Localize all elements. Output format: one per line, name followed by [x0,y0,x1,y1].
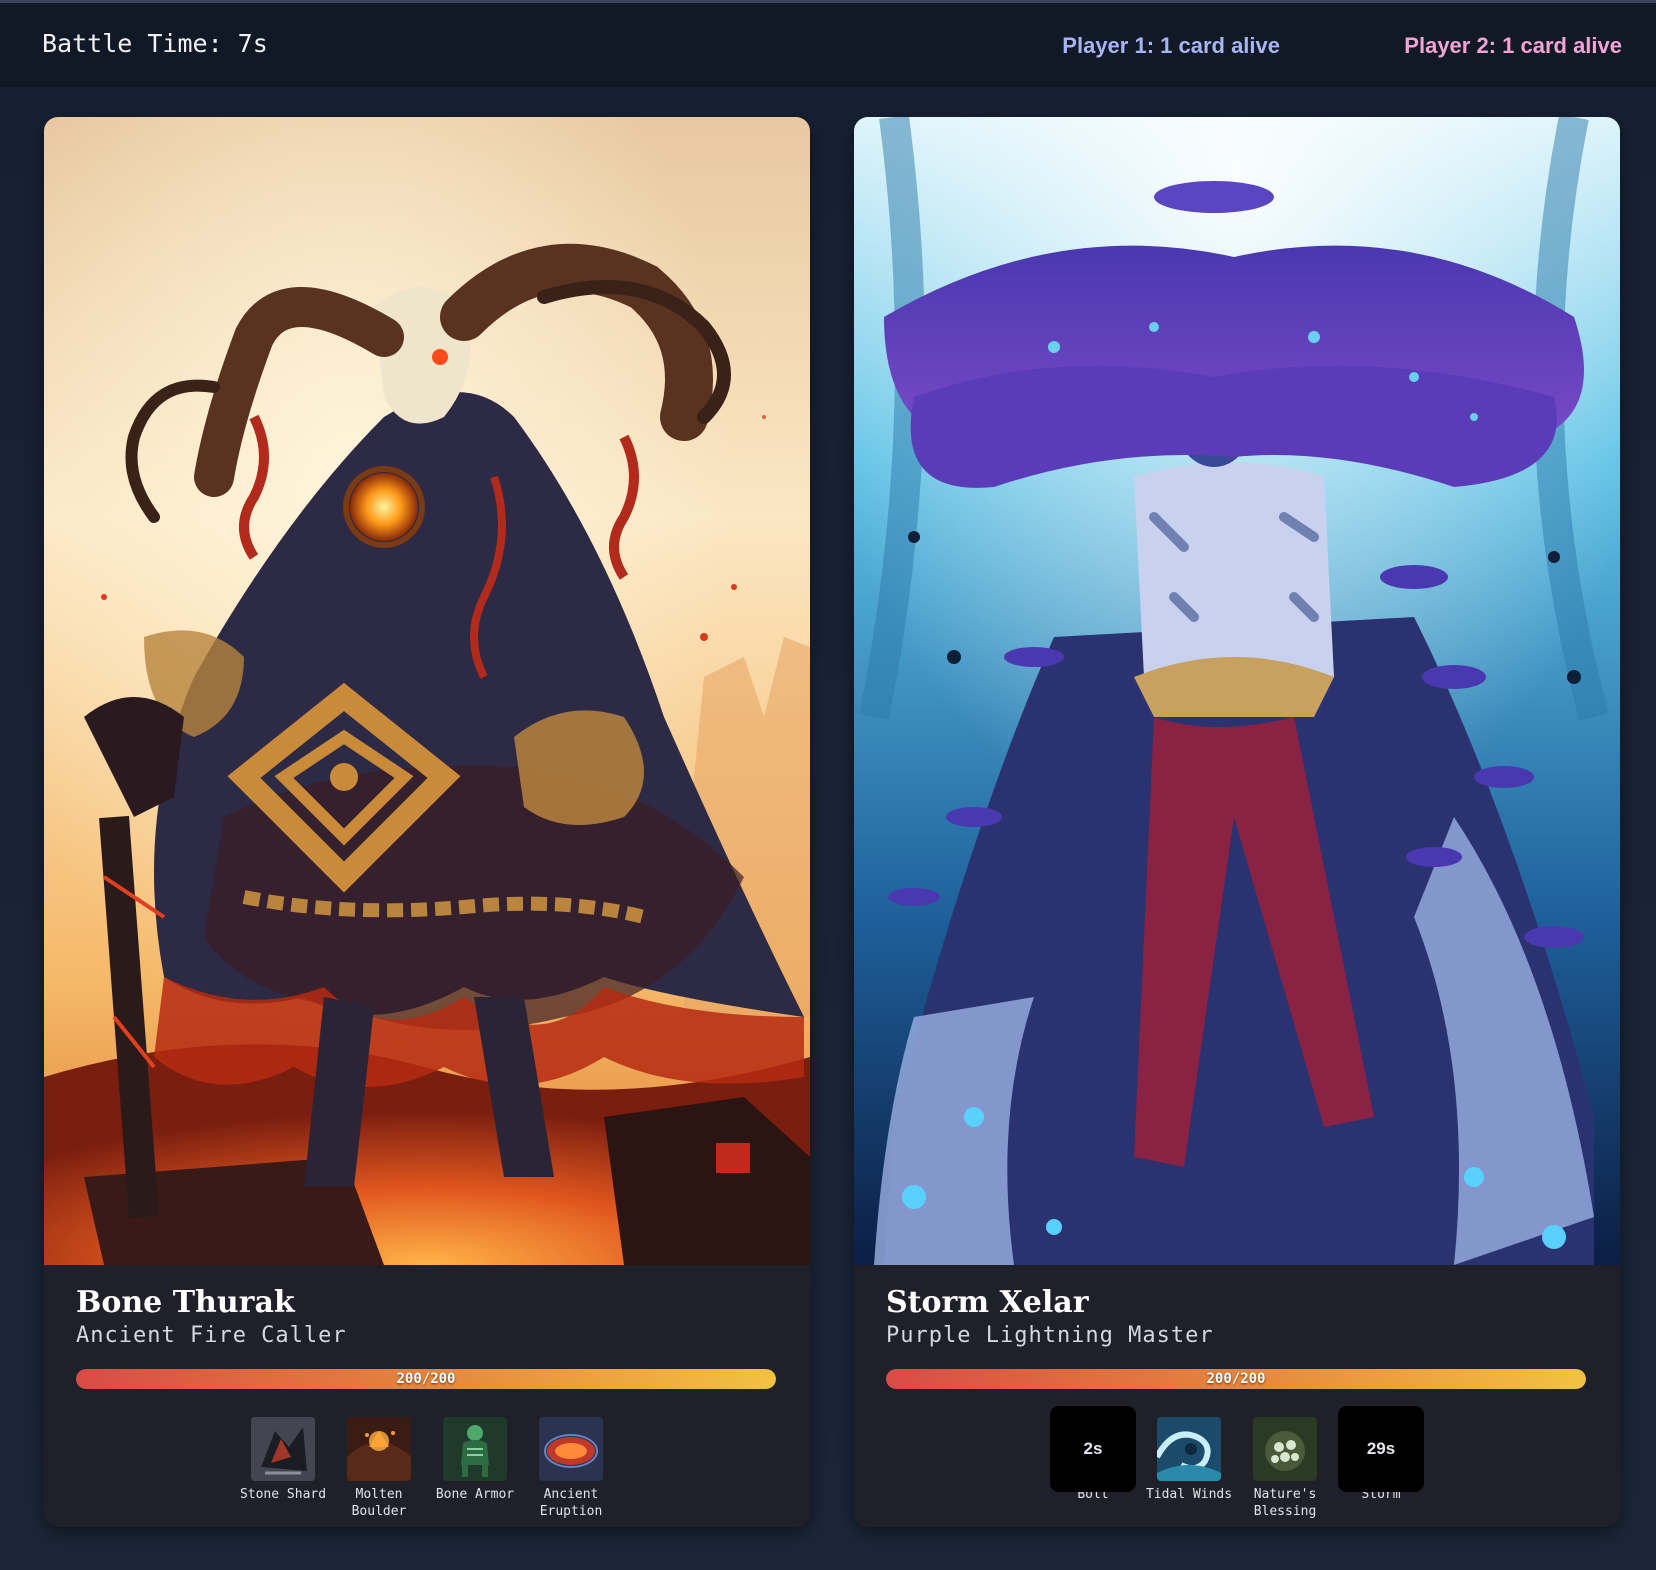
bone-armor-icon[interactable] [443,1417,507,1481]
stone-shard-icon[interactable] [251,1417,315,1481]
battle-header: Battle Time: 7s Player 1: 1 card alive P… [0,3,1656,87]
ability-molten-boulder[interactable]: Molten Boulder [331,1417,427,1520]
ability-label: Nature's Blessing [1253,1487,1317,1519]
ability-label: Bone Armor [435,1487,515,1502]
ability-stone-shard[interactable]: Stone Shard [235,1417,331,1520]
ability-ancient-eruption[interactable]: Ancient Eruption [523,1417,619,1520]
ability-label: Molten Boulder [351,1487,407,1519]
ability-list: 2s Bolt Tidal Winds Nature's Blessing 29… [854,1406,1620,1520]
mushroom-lightning-mage-art [854,117,1620,1265]
ability-label: Ancient Eruption [539,1487,603,1519]
ability-bone-armor[interactable]: Bone Armor [427,1417,523,1520]
battle-timer: Battle Time: 7s [42,29,268,58]
ancient-eruption-icon[interactable] [539,1417,603,1481]
health-bar: 200/200 [886,1369,1586,1389]
health-value: 200/200 [1206,1371,1266,1387]
ability-list: Stone Shard Molten Boulder Bone Armor An… [44,1417,810,1520]
cooldown-timer: 29s [1366,1439,1396,1458]
player1-status: Player 1: 1 card alive [1062,33,1280,58]
natures-blessing-icon[interactable] [1253,1417,1317,1481]
card-subtitle: Ancient Fire Caller [76,1323,347,1348]
horned-fire-demon-art [44,117,810,1265]
card-name: Bone Thurak [76,1285,295,1320]
ability-natures-blessing[interactable]: Nature's Blessing [1237,1417,1333,1520]
card-subtitle: Purple Lightning Master [886,1323,1214,1348]
card-name: Storm Xelar [886,1285,1089,1320]
bolt-icon[interactable]: 2s [1050,1406,1136,1492]
player1-card[interactable]: Bone Thurak Ancient Fire Caller 200/200 … [44,117,810,1527]
player2-status: Player 2: 1 card alive [1404,33,1622,58]
health-value: 200/200 [396,1371,456,1387]
player2-card[interactable]: Storm Xelar Purple Lightning Master 200/… [854,117,1620,1527]
molten-boulder-icon[interactable] [347,1417,411,1481]
ability-tidal-winds[interactable]: Tidal Winds [1141,1417,1237,1520]
ability-bolt[interactable]: 2s Bolt [1045,1406,1141,1520]
tidal-winds-icon[interactable] [1157,1417,1221,1481]
health-bar: 200/200 [76,1369,776,1389]
ability-storm[interactable]: 29s Storm [1333,1406,1429,1520]
cooldown-timer: 2s [1083,1439,1103,1458]
storm-icon[interactable]: 29s [1338,1406,1424,1492]
ability-label: Stone Shard [239,1487,327,1502]
ability-label: Tidal Winds [1145,1487,1233,1502]
